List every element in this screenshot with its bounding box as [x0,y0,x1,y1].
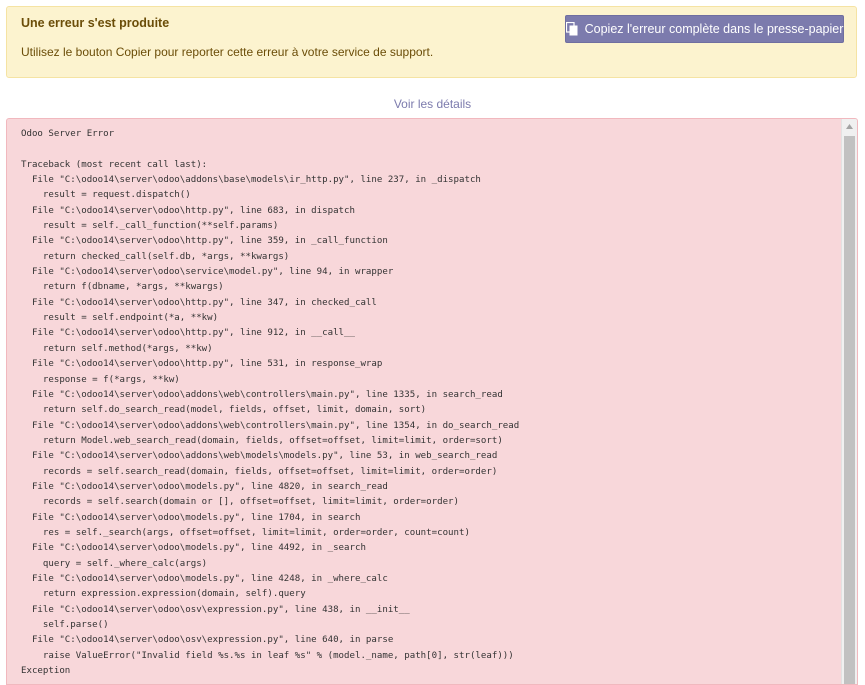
traceback-line: result = request.dispatch() [21,190,191,201]
traceback-panel[interactable]: Odoo Server Error Traceback (most recent… [6,118,858,685]
traceback-line: File "C:\odoo14\server\odoo\http.py", li… [21,205,355,216]
traceback-line: return self.do_search_read(model, fields… [21,405,427,416]
traceback-line: File "C:\odoo14\server\odoo\osv\expressi… [21,604,410,615]
traceback-line: File "C:\odoo14\server\odoo\addons\base\… [21,175,481,186]
traceback-line: res = self._search(args, offset=offset, … [21,527,470,538]
traceback-line: File "C:\odoo14\server\odoo\addons\web\c… [21,420,520,431]
traceback-line: result = self._call_function(**self.para… [21,221,279,232]
traceback-line: Odoo Server Error [21,129,115,139]
traceback-line: query = self._where_calc(args) [21,558,208,569]
traceback-line: self.parse() [21,620,109,630]
clipboard-icon [565,22,578,36]
traceback-line: File "C:\odoo14\server\odoo\addons\web\m… [21,451,498,462]
traceback-line: response = f(*args, **kw) [21,374,180,385]
alert-message: Utilisez le bouton Copier pour reporter … [21,45,434,59]
scroll-up-arrow-icon[interactable] [842,119,857,134]
traceback-line: File "C:\odoo14\server\odoo\addons\web\c… [21,389,503,400]
traceback-line: return Model.web_search_read(domain, fie… [21,435,503,446]
traceback-line: return self.method(*args, **kw) [21,343,213,354]
vertical-scrollbar[interactable] [841,119,857,684]
traceback-line: records = self.search_read(domain, field… [21,466,498,477]
traceback-line: records = self.search(domain or [], offs… [21,497,459,508]
traceback-line: File "C:\odoo14\server\odoo\models.py", … [21,543,366,554]
traceback-line: File "C:\odoo14\server\odoo\models.py", … [21,481,388,492]
traceback-line: return expression.expression(domain, sel… [21,589,306,600]
traceback-line: File "C:\odoo14\server\odoo\service\mode… [21,267,394,278]
copy-error-button-label: Copiez l'erreur complète dans le presse-… [584,22,844,36]
traceback-line: File "C:\odoo14\server\odoo\models.py", … [21,573,388,584]
traceback-line: Exception [21,666,71,677]
scrollbar-thumb[interactable] [844,136,855,684]
traceback-line: return f(dbname, *args, **kwargs) [21,282,224,293]
traceback-line: return checked_call(self.db, *args, **kw… [21,251,290,262]
copy-error-button[interactable]: Copiez l'erreur complète dans le presse-… [565,15,844,43]
traceback-line: File "C:\odoo14\server\odoo\http.py", li… [21,359,383,370]
traceback-line: File "C:\odoo14\server\odoo\osv\expressi… [21,635,394,646]
traceback-line: Traceback (most recent call last): [21,159,208,170]
alert-title: Une erreur s'est produite [21,16,170,30]
traceback-text: Odoo Server Error Traceback (most recent… [21,127,519,679]
error-alert: Une erreur s'est produite Utilisez le bo… [6,6,857,78]
traceback-line: result = self.endpoint(*a, **kw) [21,313,219,324]
traceback-line: File "C:\odoo14\server\odoo\http.py", li… [21,328,355,339]
show-details-link[interactable]: Voir les détails [0,97,865,111]
traceback-line: File "C:\odoo14\server\odoo\models.py", … [21,512,361,523]
traceback-line: raise ValueError("Invalid field %s.%s in… [21,650,514,661]
traceback-line: File "C:\odoo14\server\odoo\http.py", li… [21,236,388,247]
traceback-line: File "C:\odoo14\server\odoo\http.py", li… [21,297,377,308]
